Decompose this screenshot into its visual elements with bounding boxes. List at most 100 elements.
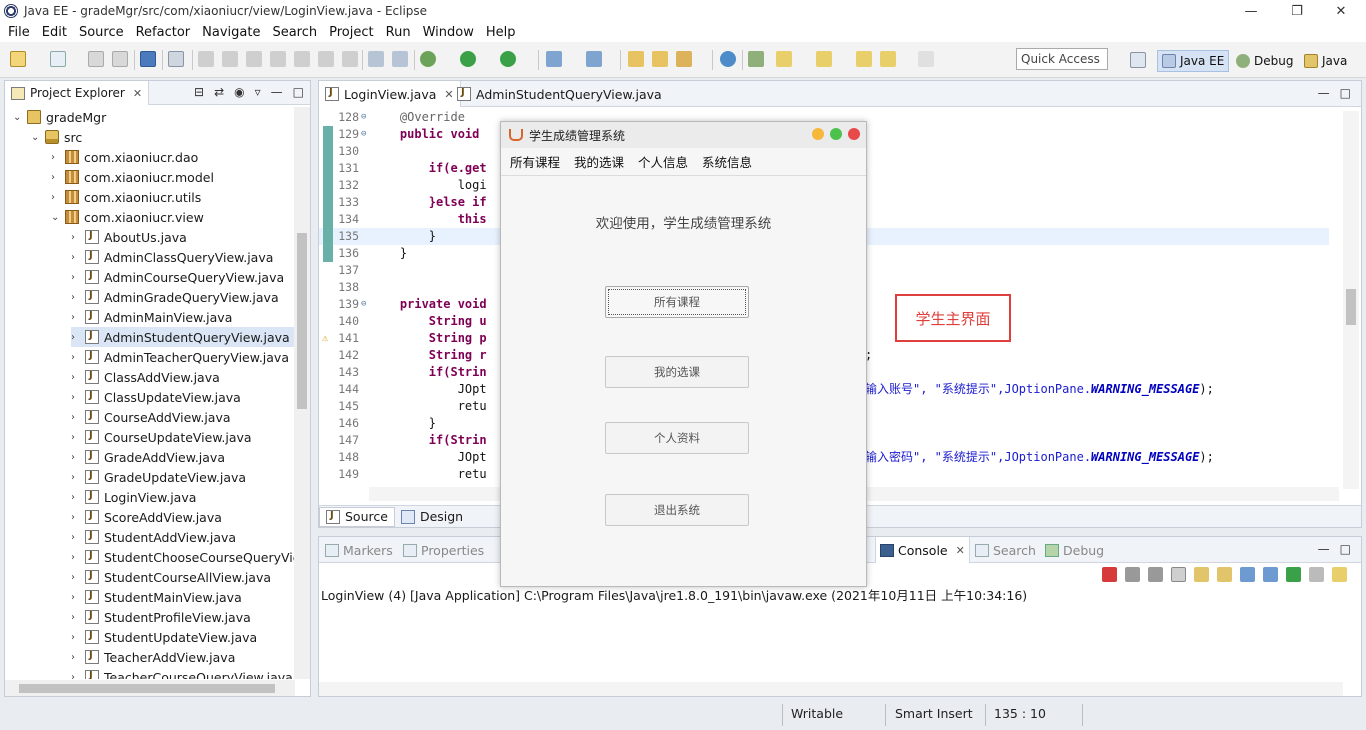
fold-icon[interactable]: ⊖ [361, 296, 366, 313]
chevron-right-icon[interactable]: › [71, 392, 85, 403]
menu-navigate[interactable]: Navigate [196, 25, 266, 40]
minimize-view-icon[interactable]: — [271, 85, 283, 99]
tree-item[interactable]: › StudentCourseAllView.java [71, 567, 271, 587]
new-type-icon[interactable] [50, 51, 66, 67]
restore-button[interactable]: ❐ [1274, 0, 1320, 22]
forward-icon[interactable] [918, 51, 934, 67]
quick-access-input[interactable]: Quick Access [1016, 48, 1108, 70]
suspend-icon[interactable] [222, 51, 238, 67]
maximize-view-icon[interactable]: □ [293, 85, 304, 99]
view-menu-icon[interactable]: ▿ [255, 85, 261, 99]
save-all-icon[interactable] [112, 51, 128, 67]
chevron-right-icon[interactable]: › [71, 632, 85, 643]
new-server-icon[interactable] [546, 51, 562, 67]
tree-item[interactable]: › AdminMainView.java [71, 307, 232, 327]
menu-edit[interactable]: Edit [36, 25, 73, 40]
menu-help[interactable]: Help [480, 25, 522, 40]
tree-item[interactable]: ⌄ gradeMgr [13, 107, 106, 127]
tree-item[interactable]: › TeacherCourseQueryView.java [71, 667, 293, 679]
dialog-menu-my-selection[interactable]: 我的选课 [567, 152, 631, 171]
tree-item[interactable]: › ScoreAddView.java [71, 507, 222, 527]
tab-project-explorer[interactable]: Project Explorer ✕ [5, 81, 150, 105]
dialog-close-button[interactable] [848, 128, 860, 140]
tree-item[interactable]: › StudentChooseCourseQueryView [71, 547, 295, 567]
menu-search[interactable]: Search [266, 25, 323, 40]
search-tool-icon[interactable] [676, 51, 692, 67]
tab-properties[interactable]: Properties [399, 537, 488, 563]
show-on-output-icon[interactable] [1240, 567, 1255, 582]
tab-design[interactable]: Design [395, 507, 469, 527]
toggle-mark-icon[interactable] [368, 51, 384, 67]
chevron-right-icon[interactable]: › [71, 472, 85, 483]
warning-icon[interactable]: ⚠ [322, 330, 328, 347]
chevron-right-icon[interactable]: › [71, 372, 85, 383]
last-edit-location-icon[interactable] [856, 51, 872, 67]
menu-window[interactable]: Window [417, 25, 480, 40]
chevron-right-icon[interactable]: › [51, 192, 65, 203]
chevron-right-icon[interactable]: › [71, 332, 85, 343]
fold-icon[interactable]: ⊖ [361, 109, 366, 126]
tab-loginview[interactable]: LoginView.java ✕ [319, 81, 461, 107]
perspective-debug[interactable]: Debug [1236, 50, 1293, 72]
tree-item[interactable]: › com.xiaoniucr.model [51, 167, 214, 187]
chevron-right-icon[interactable]: › [71, 292, 85, 303]
open-console-icon[interactable] [1332, 567, 1347, 582]
next-annotation-icon[interactable] [776, 51, 792, 67]
scroll-lock-icon[interactable] [1194, 567, 1209, 582]
logout-button[interactable]: 退出系统 [605, 494, 749, 526]
new-class-icon[interactable] [586, 51, 602, 67]
tree-item[interactable]: › LoginView.java [71, 487, 196, 507]
tree-item[interactable]: › AdminCourseQueryView.java [71, 267, 284, 287]
chevron-down-icon[interactable]: ⌄ [31, 132, 45, 143]
chevron-right-icon[interactable]: › [51, 152, 65, 163]
tree-item[interactable]: › StudentUpdateView.java [71, 627, 257, 647]
tree-item[interactable]: › ClassAddView.java [71, 367, 220, 387]
editor-vscrollbar[interactable] [1343, 111, 1359, 489]
chevron-right-icon[interactable]: › [71, 552, 85, 563]
remove-all-icon[interactable] [1148, 567, 1163, 582]
tab-markers[interactable]: Markers [321, 537, 397, 563]
terminate-icon[interactable] [1102, 567, 1117, 582]
dialog-minimize-button[interactable] [812, 128, 824, 140]
link-editor-icon[interactable]: ⇄ [214, 85, 224, 99]
tree-item[interactable]: › com.xiaoniucr.utils [51, 187, 201, 207]
word-wrap-icon[interactable] [1217, 567, 1232, 582]
open-perspective-icon[interactable] [1130, 52, 1146, 68]
resume-icon[interactable] [198, 51, 214, 67]
dialog-maximize-button[interactable] [830, 128, 842, 140]
step-return-icon[interactable] [342, 51, 358, 67]
chevron-right-icon[interactable]: › [71, 232, 85, 243]
chevron-right-icon[interactable]: › [71, 412, 85, 423]
filter-icon[interactable]: ◉ [234, 85, 244, 99]
perspective-java-ee[interactable]: Java EE [1157, 50, 1230, 72]
minimize-button[interactable]: — [1228, 0, 1274, 22]
tree-item[interactable]: › CourseAddView.java [71, 407, 231, 427]
tree-item[interactable]: › AdminTeacherQueryView.java [71, 347, 289, 367]
my-courses-button[interactable]: 我的选课 [605, 356, 749, 388]
maximize-view-icon[interactable]: □ [1340, 542, 1351, 556]
perspective-java[interactable]: Java [1304, 50, 1347, 72]
previous-annotation-icon[interactable] [816, 51, 832, 67]
run-icon[interactable] [460, 51, 476, 67]
dialog-menu-system-info[interactable]: 系统信息 [695, 152, 759, 171]
chevron-right-icon[interactable]: › [71, 252, 85, 263]
chevron-right-icon[interactable]: › [71, 352, 85, 363]
tab-source[interactable]: Source [319, 506, 395, 527]
chevron-down-icon[interactable]: ⌄ [51, 212, 65, 223]
menu-file[interactable]: File [2, 25, 36, 40]
skip-breakpoints-icon[interactable] [168, 51, 184, 67]
debug-icon[interactable] [420, 51, 436, 67]
disconnect-icon[interactable] [270, 51, 286, 67]
open-type-icon[interactable] [628, 51, 644, 67]
tree-item[interactable]: › ClassUpdateView.java [71, 387, 241, 407]
step-over-icon[interactable] [318, 51, 334, 67]
tree-item[interactable]: › StudentMainView.java [71, 587, 242, 607]
tree-item[interactable]: › AdminStudentQueryView.java [71, 327, 295, 347]
tree-item[interactable]: › GradeUpdateView.java [71, 467, 246, 487]
console-view-icon[interactable] [140, 51, 156, 67]
console-hscrollbar[interactable] [319, 682, 1343, 696]
project-tree-hscrollbar[interactable] [5, 680, 295, 696]
pin-editor-icon[interactable] [748, 51, 764, 67]
toggle-block-icon[interactable] [392, 51, 408, 67]
tab-search[interactable]: Search [971, 537, 1040, 563]
